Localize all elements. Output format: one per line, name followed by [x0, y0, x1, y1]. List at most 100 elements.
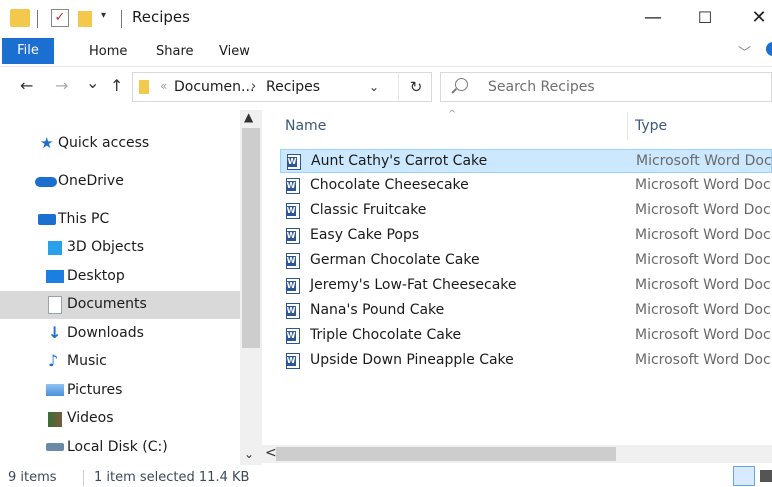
expand-ribbon-icon[interactable]: ﹀	[738, 42, 751, 61]
scroll-up-icon[interactable]: ▲	[244, 110, 253, 124]
file-row[interactable]: Easy Cake Pops Microsoft Word Doc...	[280, 224, 772, 248]
large-icons-view-icon[interactable]	[760, 470, 772, 482]
sidebar-item-label: Pictures	[67, 382, 123, 398]
word-document-icon	[286, 178, 300, 194]
item-count: 9 items	[8, 470, 57, 485]
sidebar-item-pictures[interactable]: Pictures	[0, 377, 240, 405]
properties-icon[interactable]: ✓	[51, 9, 69, 27]
separator	[37, 10, 38, 28]
file-row[interactable]: Jeremy's Low-Fat Cheesecake Microsoft Wo…	[280, 274, 772, 298]
desktop-icon	[46, 270, 64, 283]
file-name: Nana's Pound Cake	[310, 302, 445, 318]
file-type: Microsoft Word Doc...	[635, 252, 772, 268]
word-document-icon	[286, 353, 300, 369]
column-header-name[interactable]: Name	[285, 118, 326, 134]
sidebar-item-label: Documents	[67, 296, 147, 312]
folder-icon[interactable]	[10, 9, 30, 27]
sort-indicator-icon: ^	[448, 109, 457, 120]
file-type: Microsoft Word Doc...	[635, 177, 772, 193]
search-icon	[455, 78, 468, 91]
breadcrumb-separator-icon[interactable]: ›	[251, 79, 256, 94]
documents-icon	[48, 296, 62, 314]
file-row[interactable]: Chocolate Cheesecake Microsoft Word Doc.…	[280, 174, 772, 198]
file-type: Microsoft Word Doc...	[635, 227, 772, 243]
file-name: Chocolate Cheesecake	[310, 177, 469, 193]
column-header-type[interactable]: Type	[635, 118, 667, 134]
selection-info: 1 item selected 11.4 KB	[94, 470, 250, 485]
sidebar-item-local-disk[interactable]: Local Disk (C:)	[0, 434, 240, 462]
details-view-icon[interactable]	[733, 466, 755, 486]
recent-locations-button[interactable]: ⌄	[86, 73, 99, 92]
sidebar-item-videos[interactable]: Videos	[0, 405, 240, 433]
separator	[121, 10, 122, 28]
sidebar-item-label: OneDrive	[58, 173, 124, 189]
file-row[interactable]: Nana's Pound Cake Microsoft Word Doc...	[280, 299, 772, 323]
file-type: Microsoft Word Doc...	[635, 202, 772, 218]
word-document-icon	[286, 203, 300, 219]
file-type: Microsoft Word Doc...	[635, 277, 772, 293]
tab-view[interactable]: View	[219, 44, 250, 59]
horizontal-scroll-thumb[interactable]	[276, 447, 616, 461]
tab-share[interactable]: Share	[156, 44, 194, 59]
word-document-icon	[286, 278, 300, 294]
scroll-left-icon[interactable]: <	[265, 445, 277, 461]
file-type: Microsoft Word Doc...	[635, 327, 772, 343]
forward-button[interactable]: →	[55, 76, 68, 95]
sidebar-item-label: Downloads	[67, 325, 144, 341]
file-row[interactable]: Aunt Cathy's Carrot Cake Microsoft Word …	[280, 149, 772, 173]
sidebar-item-downloads[interactable]: ↓ Downloads	[0, 320, 240, 348]
file-row[interactable]: Classic Fruitcake Microsoft Word Doc...	[280, 199, 772, 223]
breadcrumb-recipes[interactable]: Recipes	[266, 79, 320, 95]
sidebar-scroll-thumb[interactable]	[242, 128, 260, 348]
tab-file[interactable]: File	[2, 38, 54, 64]
star-icon: ★	[40, 134, 54, 152]
sidebar-item-label: Music	[67, 353, 107, 369]
file-row[interactable]: Upside Down Pineapple Cake Microsoft Wor…	[280, 349, 772, 373]
pictures-icon	[46, 384, 64, 396]
file-type: Microsoft Word Doc...	[635, 352, 772, 368]
videos-icon	[48, 412, 62, 427]
sidebar-item-label: Quick access	[58, 135, 150, 151]
sidebar-item-quick-access[interactable]: ★ Quick access	[0, 130, 240, 158]
word-document-icon	[286, 228, 300, 244]
file-name: Triple Chocolate Cake	[310, 327, 462, 343]
customize-toolbar-icon[interactable]: ▾	[101, 10, 106, 21]
file-name: Upside Down Pineapple Cake	[310, 352, 514, 368]
file-row[interactable]: German Chocolate Cake Microsoft Word Doc…	[280, 249, 772, 273]
file-name: German Chocolate Cake	[310, 252, 480, 268]
sidebar-item-label: This PC	[58, 211, 110, 227]
file-row[interactable]: Triple Chocolate Cake Microsoft Word Doc…	[280, 324, 772, 348]
up-button[interactable]: ↑	[110, 76, 123, 95]
maximize-button[interactable]: ☐	[690, 6, 720, 30]
search-input[interactable]: Search Recipes	[488, 79, 595, 95]
status-divider	[83, 470, 84, 486]
column-divider[interactable]	[627, 112, 628, 140]
file-name: Easy Cake Pops	[310, 227, 420, 243]
cube-icon	[48, 241, 62, 255]
address-dropdown-icon[interactable]: ⌄	[369, 80, 379, 94]
minimize-button[interactable]: —	[638, 6, 668, 30]
sidebar-item-music[interactable]: ♪ Music	[0, 348, 240, 376]
word-document-icon	[286, 328, 300, 344]
tab-home[interactable]: Home	[89, 44, 127, 59]
sidebar-item-documents[interactable]: Documents	[0, 291, 240, 319]
music-note-icon: ♪	[48, 351, 59, 370]
breadcrumb-documents[interactable]: Documen...	[174, 79, 254, 95]
close-button[interactable]: ✕	[744, 6, 772, 30]
cloud-icon	[35, 177, 57, 187]
disk-icon	[46, 443, 64, 451]
refresh-button[interactable]: ↻	[398, 72, 433, 102]
sidebar-item-label: Local Disk (C:)	[67, 439, 168, 455]
folder-icon	[139, 80, 149, 94]
file-type: Microsoft Word Doc...	[636, 153, 772, 169]
sidebar-item-desktop[interactable]: Desktop	[0, 263, 240, 291]
sidebar-item-label: 3D Objects	[67, 239, 145, 255]
sidebar-item-onedrive[interactable]: OneDrive	[0, 168, 240, 196]
back-button[interactable]: ←	[20, 76, 33, 95]
sidebar-item-3d-objects[interactable]: 3D Objects	[0, 234, 240, 262]
scroll-down-icon[interactable]: ⌄	[244, 447, 254, 461]
file-type: Microsoft Word Doc...	[635, 302, 772, 318]
new-folder-icon[interactable]	[78, 11, 92, 27]
sidebar-item-this-pc[interactable]: This PC	[0, 206, 240, 234]
breadcrumb-overflow-icon[interactable]: «	[160, 79, 167, 93]
